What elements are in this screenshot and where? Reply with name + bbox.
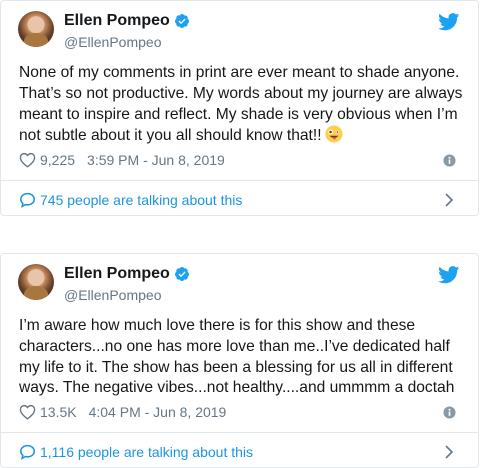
comment-bubble-icon [19, 192, 36, 208]
tweet-text-content: None of my comments in print are ever me… [19, 64, 463, 145]
tweet-text: I’m aware how much love there is for thi… [19, 317, 455, 397]
tweet-card[interactable]: Ellen Pompeo @EllenPompeo I’m aware how … [0, 253, 479, 468]
like-count[interactable]: 13.5K [40, 403, 77, 421]
divider [1, 180, 478, 181]
twitter-bird-icon[interactable] [438, 13, 460, 31]
tweet-card[interactable]: Ellen Pompeo @EllenPompeo None of my com… [0, 0, 479, 216]
info-icon[interactable] [443, 154, 456, 167]
info-icon[interactable] [443, 406, 456, 419]
timestamp[interactable]: 3:59 PM - Jun 8, 2019 [87, 151, 225, 169]
verified-badge-icon [174, 267, 189, 281]
talking-link[interactable]: 1,116 people are talking about this [19, 443, 253, 461]
talking-link[interactable]: 745 people are talking about this [19, 191, 242, 209]
heart-icon[interactable] [19, 404, 36, 420]
heart-icon[interactable] [19, 152, 36, 168]
chevron-right-icon[interactable] [444, 192, 454, 208]
author-name[interactable]: Ellen Pompeo [64, 264, 170, 284]
tweet-text: None of my comments in print are ever me… [19, 63, 467, 147]
author-handle[interactable]: @EllenPompeo [64, 33, 162, 51]
avatar[interactable] [18, 264, 54, 300]
tweet-meta: 9,225 3:59 PM - Jun 8, 2019 [19, 151, 225, 169]
talking-label[interactable]: 1,116 people are talking about this [40, 443, 253, 461]
like-count[interactable]: 9,225 [40, 151, 75, 169]
verified-badge-icon [174, 14, 189, 28]
tweet-feed: Ellen Pompeo @EllenPompeo None of my com… [0, 0, 481, 468]
author-handle[interactable]: @EllenPompeo [64, 286, 162, 304]
timestamp[interactable]: 4:04 PM - Jun 8, 2019 [89, 403, 227, 421]
tweet-meta: 13.5K 4:04 PM - Jun 8, 2019 [19, 403, 226, 421]
twitter-bird-icon[interactable] [438, 266, 460, 284]
chevron-right-icon[interactable] [444, 444, 454, 460]
divider [1, 432, 478, 433]
author-name[interactable]: Ellen Pompeo [64, 11, 170, 31]
comment-bubble-icon [19, 444, 36, 460]
zany-face-emoji [324, 125, 343, 143]
avatar[interactable] [18, 11, 54, 47]
talking-label[interactable]: 745 people are talking about this [40, 191, 242, 209]
